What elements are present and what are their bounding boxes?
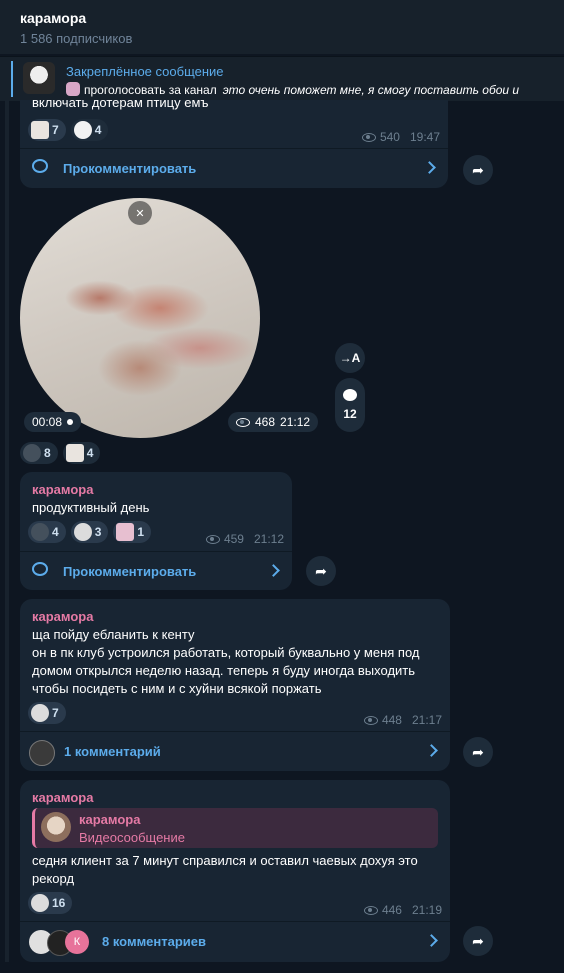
comment-count: 12	[343, 407, 357, 421]
pink-sticker-icon	[116, 523, 135, 541]
cat-sticker-icon	[31, 704, 49, 722]
message-meta: 459 21:12	[205, 532, 284, 546]
reaction-chip[interactable]: 7	[28, 119, 66, 141]
views-icon	[363, 905, 378, 915]
pinned-title: Закреплённое сообщение	[66, 64, 224, 79]
message-text: продуктивный день	[32, 500, 150, 515]
reply-avatar	[41, 812, 71, 842]
share-button[interactable]: ➦	[463, 737, 493, 767]
message-bubble: включать дотерам птицу емъ 7 4 540 19:47…	[20, 100, 448, 188]
message-time: 21:12	[253, 532, 284, 546]
reply-author: карамора	[79, 812, 141, 827]
cross-sticker-icon	[31, 523, 49, 541]
cat-sticker-icon	[73, 523, 92, 541]
cross-sticker-icon	[23, 444, 41, 462]
reaction-chip[interactable]: 7	[28, 702, 66, 724]
view-count: 540	[379, 130, 400, 144]
comment-button[interactable]: 1 комментарий	[20, 731, 450, 772]
channel-title: карамора	[20, 10, 87, 26]
message-author[interactable]: карамора	[32, 790, 93, 805]
share-button[interactable]: ➦	[463, 926, 493, 956]
reaction-chip[interactable]: 3	[70, 521, 109, 543]
views-icon	[363, 715, 378, 725]
comment-label: 1 комментарий	[64, 744, 161, 759]
reaction-chip[interactable]: 4	[70, 119, 109, 141]
comment-bubble-icon	[343, 389, 357, 401]
chevron-right-icon	[423, 161, 436, 174]
mute-icon[interactable]: ✕	[128, 201, 152, 225]
message-time: 21:17	[411, 713, 442, 727]
commenter-avatar	[29, 740, 55, 766]
translate-button[interactable]: →A	[335, 343, 365, 373]
reactions: 7	[28, 702, 66, 724]
comment-label: Прокомментировать	[63, 564, 197, 579]
sticker-icon	[66, 82, 80, 96]
message-bubble: карамора ща пойду ебланить к кенту он в …	[20, 599, 450, 771]
reactions: 7 4	[28, 119, 109, 141]
message-author[interactable]: карамора	[32, 609, 93, 624]
comments-button[interactable]: 12	[335, 378, 365, 432]
commenter-avatar: К	[65, 930, 89, 954]
comment-label: 8 комментариев	[102, 934, 207, 949]
subscriber-count: 1 586 подписчиков	[20, 31, 133, 46]
pinned-preview: проголосовать за канал это очень поможет …	[66, 82, 519, 97]
comment-label: Прокомментировать	[63, 161, 197, 176]
reaction-chip[interactable]: 8	[20, 442, 58, 464]
reaction-chip[interactable]: 4	[28, 521, 66, 543]
views-icon	[205, 534, 220, 544]
view-count: 448	[381, 713, 402, 727]
comment-icon	[32, 562, 48, 576]
reactions: 16	[28, 892, 73, 914]
chevron-right-icon	[267, 564, 280, 577]
cat-sticker-icon	[31, 894, 49, 912]
reactions: 4 3 1	[28, 521, 152, 543]
pinned-indicator	[11, 61, 13, 97]
message-time: 21:12	[280, 415, 311, 429]
video-duration: 00:08	[24, 412, 82, 432]
love-sticker-icon	[65, 444, 84, 462]
comment-icon	[32, 159, 48, 173]
chevron-right-icon	[425, 744, 438, 757]
comment-button[interactable]: Прокомментировать	[20, 148, 448, 188]
message-meta: 540 19:47	[361, 130, 440, 144]
chevron-right-icon	[425, 934, 438, 947]
love-sticker-icon	[31, 121, 49, 139]
hellokitty-sticker-icon	[73, 121, 92, 139]
message-time: 21:19	[411, 903, 442, 917]
reaction-chip[interactable]: 4	[62, 442, 101, 464]
reaction-chip[interactable]: 1	[113, 521, 152, 543]
message-meta: 448 21:17	[363, 713, 442, 727]
reaction-chip[interactable]: 16	[28, 892, 73, 914]
video-message[interactable]	[20, 198, 260, 438]
share-button[interactable]: ➦	[463, 155, 493, 185]
message-text: включать дотерам птицу емъ	[32, 100, 209, 110]
reply-subtitle: Видеосообщение	[79, 830, 185, 845]
views-icon	[361, 132, 376, 142]
pinned-thumbnail	[23, 62, 55, 94]
view-count: 468	[255, 415, 276, 429]
share-button[interactable]: ➦	[306, 556, 336, 586]
comment-button[interactable]: К 8 комментариев	[20, 921, 450, 962]
pinned-message-bar[interactable]: Закреплённое сообщение проголосовать за …	[0, 56, 564, 101]
message-time: 19:47	[409, 130, 440, 144]
thread-divider	[5, 100, 9, 962]
video-meta: 468 21:12	[228, 412, 319, 432]
pinned-text-italic: это очень поможет мне, я смогу поставить…	[222, 83, 520, 97]
chat-header[interactable]: карамора 1 586 подписчиков	[0, 0, 564, 54]
pinned-text: проголосовать за канал	[84, 83, 217, 97]
view-count: 459	[223, 532, 244, 546]
unread-dot	[67, 419, 74, 425]
reactions: 8 4	[20, 442, 101, 464]
comment-button[interactable]: Прокомментировать	[20, 551, 292, 592]
views-icon	[236, 417, 250, 427]
message-meta: 446 21:19	[363, 903, 442, 917]
message-bubble: карамора продуктивный день 4 3 1 459 21:…	[20, 472, 292, 590]
message-text: седня клиент за 7 минут справился и оста…	[32, 853, 418, 886]
reply-quote[interactable]: карамора Видеосообщение	[32, 808, 438, 848]
view-count: 446	[381, 903, 402, 917]
message-author[interactable]: карамора	[32, 482, 93, 497]
message-text: ща пойду ебланить к кенту он в пк клуб у…	[32, 627, 420, 696]
